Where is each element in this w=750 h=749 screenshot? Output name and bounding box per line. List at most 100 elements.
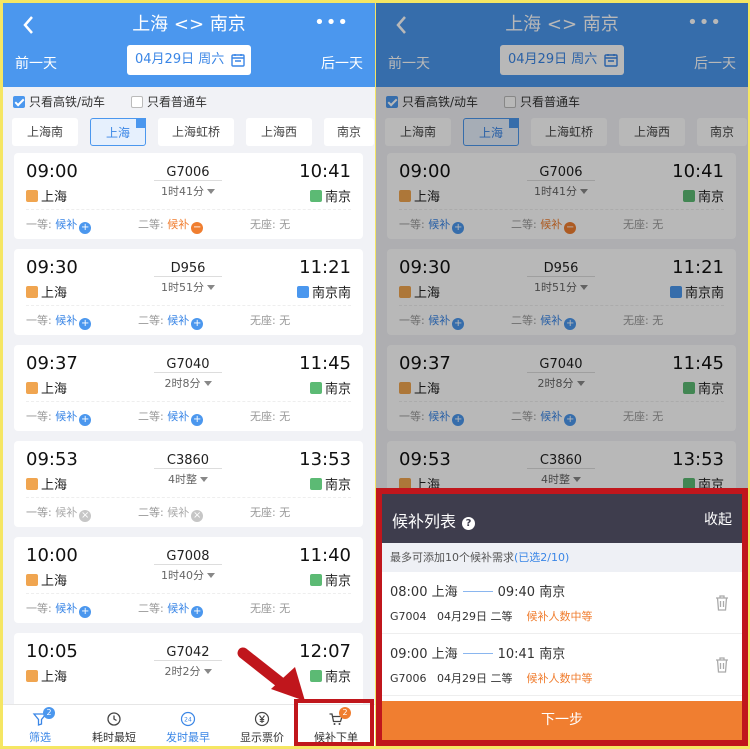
clock-24-text: 24 <box>184 717 192 724</box>
item-date: 04月29日 <box>437 610 488 623</box>
seat-first[interactable]: 一等: 候补 + <box>26 408 92 426</box>
trash-icon[interactable] <box>714 594 730 612</box>
putong-checkbox[interactable]: 只看普通车 <box>131 93 207 110</box>
nav-earliest[interactable]: 24 发时最早 <box>151 705 225 746</box>
item-train: G7004 <box>390 610 427 623</box>
duration[interactable]: 1时51分 <box>144 276 232 295</box>
nav-filter-label: 筛选 <box>29 731 51 744</box>
nav-price-label: 显示票价 <box>240 731 284 744</box>
duration-label: 1时40分 <box>161 569 204 582</box>
train-number: G7008 <box>166 549 210 564</box>
waitlist-label: 候补 <box>55 506 78 519</box>
duration-label: 2时2分 <box>164 665 201 678</box>
nav-filter[interactable]: 2 筛选 <box>3 705 77 746</box>
left-screen: 上海 <> 南京 ••• 前一天 04月29日 周六 后一天 只看高铁/动车 只… <box>3 3 375 746</box>
duration[interactable]: 1时40分 <box>144 564 232 583</box>
start-badge-icon <box>26 478 38 490</box>
gaotie-checkbox[interactable]: 只看高铁/动车 <box>13 95 105 109</box>
nav-earliest-label: 发时最早 <box>166 731 210 744</box>
from-station: 上海 <box>26 570 67 589</box>
item-class: 二等 <box>490 672 513 685</box>
duration-label: 1时41分 <box>161 185 204 198</box>
duration[interactable]: 2时2分 <box>144 660 232 679</box>
seat-second[interactable]: 二等: 候补 + <box>138 600 204 618</box>
seat-none: 无座: 无 <box>250 218 291 231</box>
plus-icon: + <box>79 222 92 234</box>
start-badge-icon <box>26 190 38 202</box>
train-card[interactable]: 09:37 G7040 2时8分 11:45 上海 南京 一等: 候补 + 二等:… <box>14 345 363 431</box>
nav-price[interactable]: 显示票价 <box>225 705 299 746</box>
seat-second: 二等: 候补 × <box>138 504 204 522</box>
train-card[interactable]: 09:53 C3860 4时整 13:53 上海 南京 一等: 候补 × 二等: … <box>14 441 363 527</box>
train-number: D956 <box>170 261 206 276</box>
depart-time: 10:05 <box>26 641 78 662</box>
more-menu-icon[interactable]: ••• <box>314 13 349 33</box>
seat-first[interactable]: 一等: 候补 + <box>26 216 92 234</box>
to-station-label: 南京 <box>324 670 351 685</box>
waitlist-label: 候补 <box>167 506 190 519</box>
seat-first-label: 一等: <box>26 314 52 327</box>
item-depart: 08:00 上海 <box>390 585 458 600</box>
start-badge-icon <box>26 382 38 394</box>
dropdown-icon <box>203 381 212 386</box>
train-card[interactable]: 10:00 G7008 1时40分 11:40 上海 南京 一等: 候补 + 二等… <box>14 537 363 623</box>
tab-station-1-label: 上海 <box>105 126 130 140</box>
gaotie-label: 只看高铁/动车 <box>29 95 106 109</box>
to-station: 南京南 <box>296 282 351 301</box>
waitlist-label: 候补 <box>167 602 190 615</box>
dropdown-icon <box>207 285 215 290</box>
tab-station-0[interactable]: 上海南 <box>12 118 78 146</box>
seat-second-label: 二等: <box>138 410 164 423</box>
tab-station-2[interactable]: 上海虹桥 <box>158 118 234 146</box>
item-wait-status: 候补人数中等 <box>526 610 593 623</box>
divider <box>26 593 351 594</box>
to-station: 南京 <box>309 666 351 685</box>
seat-first-label: 一等: <box>26 506 52 519</box>
depart-time: 09:30 <box>26 257 78 278</box>
seat-first[interactable]: 一等: 候补 + <box>26 312 92 330</box>
putong-label: 只看普通车 <box>147 95 208 109</box>
waitlist-item: 08:00 上海 09:40 南京 G7004 04月29日 二等 候补人数中等 <box>382 572 742 634</box>
overlay-mask[interactable] <box>376 3 748 87</box>
item-class: 二等 <box>490 610 513 623</box>
duration-label: 2时8分 <box>164 377 201 390</box>
seat-first: 一等: 候补 × <box>26 504 92 522</box>
disabled-icon: × <box>191 510 204 522</box>
waitlist-label: 候补 <box>55 218 78 231</box>
tab-station-3[interactable]: 上海西 <box>246 118 312 146</box>
clock-24-icon: 24 <box>180 711 196 727</box>
calendar-icon <box>231 54 245 67</box>
duration[interactable]: 4时整 <box>144 468 232 487</box>
route-arrow-line <box>462 653 493 654</box>
from-station-label: 上海 <box>41 670 68 685</box>
waitlist-label: 候补 <box>167 410 190 423</box>
arrive-time: 11:21 <box>299 257 351 278</box>
train-card[interactable]: 09:30 D956 1时51分 11:21 上海 南京南 一等: 候补 + 二等… <box>14 249 363 335</box>
collapse-button[interactable]: 收起 <box>704 509 732 529</box>
red-arrow-annotation-icon <box>237 647 305 701</box>
sheet-header: 候补列表? 收起 <box>382 494 742 543</box>
seat-second[interactable]: 二等: 候补 + <box>138 408 204 426</box>
from-station: 上海 <box>26 474 67 493</box>
prev-day-button[interactable]: 前一天 <box>15 53 57 73</box>
start-badge-icon <box>26 286 38 298</box>
pass-badge-icon <box>296 286 309 298</box>
next-day-button[interactable]: 后一天 <box>321 53 363 73</box>
next-step-button[interactable]: 下一步 <box>382 701 742 740</box>
waitlist-label: 候补 <box>55 602 78 615</box>
trash-icon[interactable] <box>714 656 730 674</box>
seat-second[interactable]: 二等: 候补 + <box>138 312 204 330</box>
tab-station-4[interactable]: 南京 <box>324 118 374 146</box>
seat-second[interactable]: 二等: 候补 − <box>138 216 204 234</box>
filter-count-badge: 2 <box>43 707 55 719</box>
date-picker[interactable]: 04月29日 周六 <box>127 45 251 75</box>
duration[interactable]: 2时8分 <box>144 372 232 391</box>
nav-shortest[interactable]: 耗时最短 <box>77 705 151 746</box>
help-icon[interactable]: ? <box>462 517 476 530</box>
train-card[interactable]: 09:00 G7006 1时41分 10:41 上海 南京 一等: 候补 + 二等… <box>14 153 363 239</box>
tab-station-1[interactable]: 上海 <box>90 118 146 146</box>
seat-first-label: 一等: <box>26 602 52 615</box>
duration[interactable]: 1时41分 <box>144 180 232 199</box>
seat-first[interactable]: 一等: 候补 + <box>26 600 92 618</box>
minus-icon: − <box>191 222 204 234</box>
